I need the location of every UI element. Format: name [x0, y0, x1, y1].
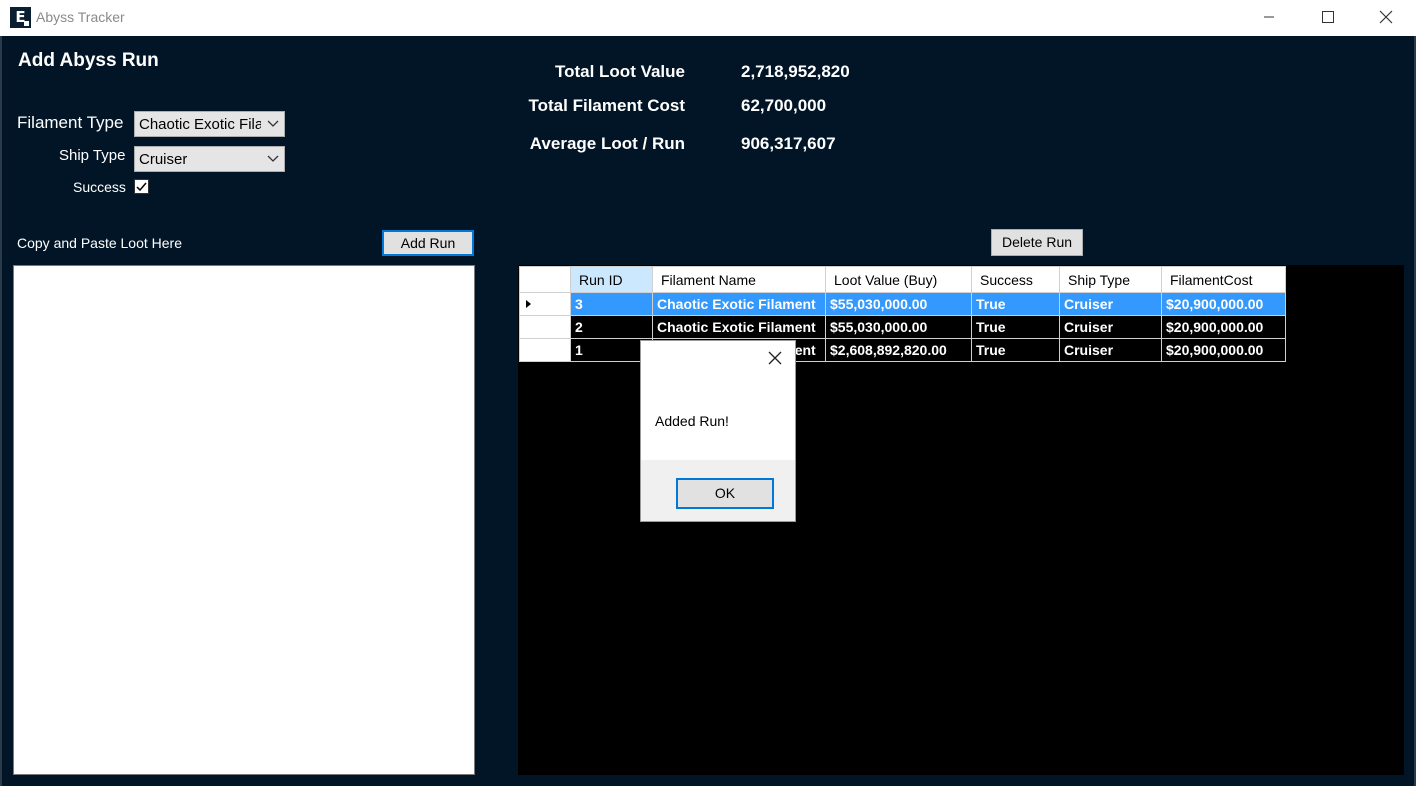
total-loot-value: 2,718,952,820 — [741, 62, 850, 81]
chevron-down-icon — [267, 120, 279, 127]
cell-filament-cost[interactable]: $20,900,000.00 — [1161, 292, 1286, 316]
checkmark-icon — [136, 182, 147, 192]
dialog-close-icon[interactable] — [767, 350, 783, 366]
column-header-filament-name[interactable]: Filament Name — [652, 266, 826, 293]
row-header-corner — [519, 266, 571, 293]
cell-filament-name[interactable]: Chaotic Exotic Filament — [652, 292, 826, 316]
minimize-icon — [1264, 16, 1274, 18]
cell-loot-value[interactable]: $55,030,000.00 — [825, 292, 972, 316]
window-border-left — [0, 36, 2, 786]
cell-run-id[interactable]: 2 — [570, 315, 653, 339]
cell-ship-type[interactable]: Cruiser — [1059, 292, 1162, 316]
row-pointer-icon — [526, 300, 531, 308]
table-row[interactable]: 3 Chaotic Exotic Filament $55,030,000.00… — [519, 292, 1286, 316]
row-header[interactable] — [519, 292, 571, 316]
success-label: Success — [73, 179, 126, 195]
close-icon — [1379, 10, 1393, 24]
ship-type-label: Ship Type — [59, 147, 126, 164]
row-header[interactable] — [519, 338, 571, 362]
cell-filament-cost[interactable]: $20,900,000.00 — [1161, 315, 1286, 339]
cell-loot-value[interactable]: $55,030,000.00 — [825, 315, 972, 339]
add-run-heading: Add Abyss Run — [18, 50, 159, 71]
column-header-filament-cost[interactable]: FilamentCost — [1161, 266, 1286, 293]
total-filament-label: Total Filament Cost — [528, 96, 685, 115]
ok-button[interactable]: OK — [676, 478, 774, 509]
title-bar: E Abyss Tracker — [0, 0, 1416, 36]
cell-ship-type[interactable]: Cruiser — [1059, 338, 1162, 362]
window-title: Abyss Tracker — [36, 9, 125, 25]
cell-filament-cost[interactable]: $20,900,000.00 — [1161, 338, 1286, 362]
average-loot-value: 906,317,607 — [741, 134, 836, 153]
dialog-message: Added Run! — [655, 413, 729, 429]
table-row[interactable]: 1 Chaotic Exotic Filament $2,608,892,820… — [519, 338, 1286, 362]
column-header-loot-value[interactable]: Loot Value (Buy) — [825, 266, 972, 293]
cell-success[interactable]: True — [971, 338, 1060, 362]
total-loot-label: Total Loot Value — [554, 62, 685, 81]
filament-type-value: Chaotic Exotic Filament — [139, 116, 261, 133]
cell-success[interactable]: True — [971, 292, 1060, 316]
ship-type-value: Cruiser — [139, 151, 188, 168]
minimize-button[interactable] — [1241, 0, 1299, 36]
cell-ship-type[interactable]: Cruiser — [1059, 315, 1162, 339]
success-checkbox[interactable] — [134, 179, 149, 194]
delete-run-button[interactable]: Delete Run — [991, 229, 1083, 256]
column-header-ship-type[interactable]: Ship Type — [1059, 266, 1162, 293]
message-dialog: Added Run! OK — [640, 340, 796, 522]
cell-success[interactable]: True — [971, 315, 1060, 339]
maximize-button[interactable] — [1299, 0, 1357, 36]
ship-type-select[interactable]: Cruiser — [134, 146, 285, 172]
runs-data-grid[interactable]: Run ID Filament Name Loot Value (Buy) Su… — [519, 266, 1286, 362]
filament-type-select[interactable]: Chaotic Exotic Filament — [134, 111, 285, 137]
add-run-button[interactable]: Add Run — [382, 230, 474, 256]
row-header[interactable] — [519, 315, 571, 339]
cell-run-id[interactable]: 3 — [570, 292, 653, 316]
cell-filament-name[interactable]: Chaotic Exotic Filament — [652, 315, 826, 339]
table-row[interactable]: 2 Chaotic Exotic Filament $55,030,000.00… — [519, 315, 1286, 339]
column-header-success[interactable]: Success — [971, 266, 1060, 293]
close-window-button[interactable] — [1357, 0, 1415, 36]
loot-paste-textarea[interactable] — [13, 265, 475, 775]
maximize-icon — [1322, 11, 1334, 23]
column-header-run-id[interactable]: Run ID — [570, 266, 653, 293]
paste-loot-label: Copy and Paste Loot Here — [17, 235, 182, 251]
filament-type-label: Filament Type — [17, 113, 124, 132]
app-icon: E — [10, 7, 31, 28]
cell-loot-value[interactable]: $2,608,892,820.00 — [825, 338, 972, 362]
average-loot-label: Average Loot / Run — [529, 134, 685, 153]
total-filament-value: 62,700,000 — [741, 96, 827, 115]
chevron-down-icon — [267, 155, 279, 162]
